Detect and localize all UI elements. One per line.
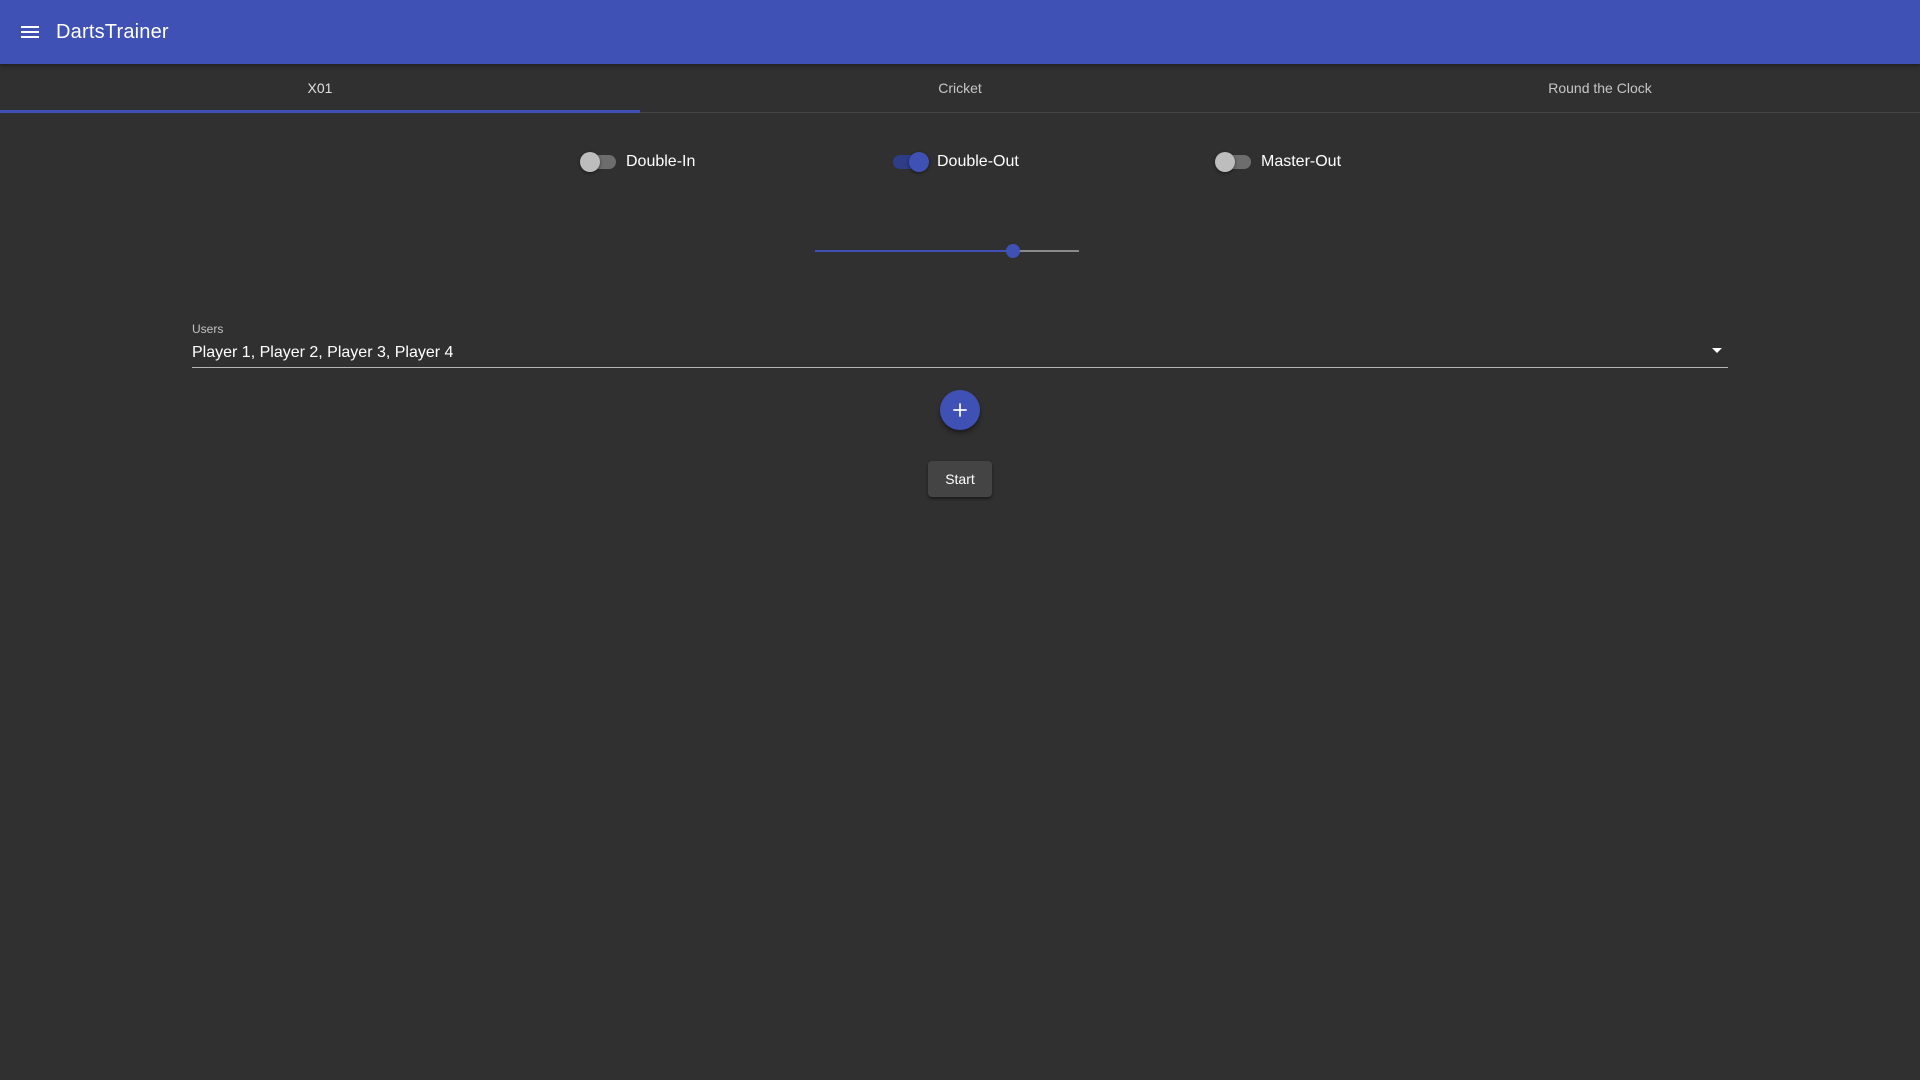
- plus-icon: [953, 403, 967, 417]
- app-title: DartsTrainer: [56, 20, 169, 43]
- app-bar: DartsTrainer: [0, 0, 1920, 64]
- menu-button[interactable]: [6, 8, 54, 56]
- start-button[interactable]: Start: [928, 461, 992, 497]
- switch-track: [580, 152, 616, 172]
- add-user-button[interactable]: [940, 390, 980, 430]
- tab-round-the-clock[interactable]: Round the Clock: [1280, 64, 1920, 112]
- slider-fill: [815, 250, 1013, 252]
- switch-track: [893, 152, 929, 172]
- menu-icon: [21, 26, 39, 38]
- double-out-switch[interactable]: Double-Out: [893, 152, 1019, 172]
- master-out-switch[interactable]: Master-Out: [1215, 152, 1342, 172]
- tab-x01[interactable]: X01: [0, 64, 640, 113]
- double-out-label: Double-Out: [937, 153, 1019, 170]
- switch-thumb: [1215, 152, 1235, 172]
- users-select-value: Player 1, Player 2, Player 3, Player 4: [192, 344, 454, 361]
- switch-track: [1215, 152, 1251, 172]
- switch-thumb: [909, 152, 929, 172]
- master-out-label: Master-Out: [1261, 153, 1342, 170]
- game-mode-tabs: X01 Cricket Round the Clock: [0, 64, 1920, 113]
- double-in-label: Double-In: [626, 153, 696, 170]
- switch-thumb: [580, 152, 600, 172]
- users-select-label: Users: [192, 322, 224, 336]
- users-select[interactable]: Users Player 1, Player 2, Player 3, Play…: [192, 322, 1728, 368]
- tab-cricket[interactable]: Cricket: [640, 64, 1280, 112]
- slider-thumb[interactable]: [1006, 244, 1020, 258]
- dropdown-arrow-icon: [1712, 348, 1722, 353]
- double-in-switch[interactable]: Double-In: [580, 152, 696, 172]
- score-slider[interactable]: [815, 240, 1079, 262]
